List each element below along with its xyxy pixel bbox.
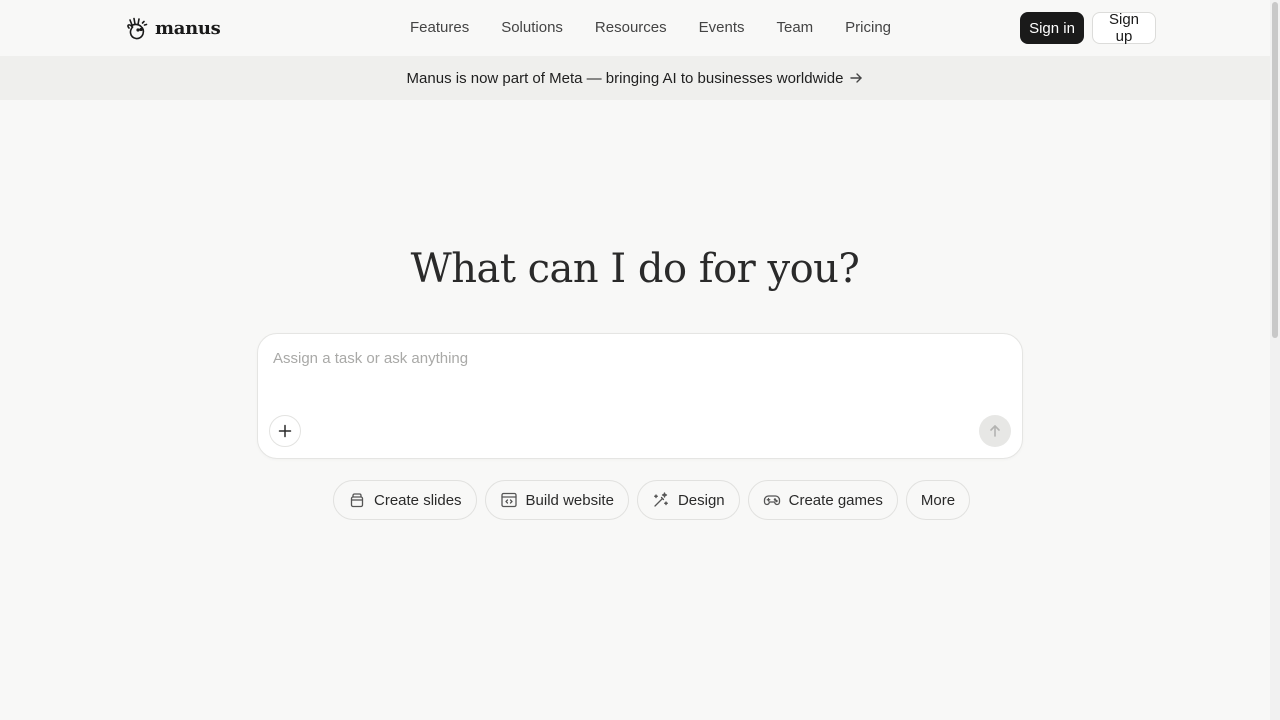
design-icon xyxy=(653,492,668,507)
manus-hand-icon xyxy=(127,17,148,40)
send-button[interactable] xyxy=(979,415,1011,447)
sign-in-button[interactable]: Sign in xyxy=(1020,12,1084,44)
announcement-banner[interactable]: Manus is now part of Meta — bringing AI … xyxy=(0,56,1270,100)
chip-create-games[interactable]: Create games xyxy=(747,480,898,520)
main-nav: Features Solutions Resources Events Team… xyxy=(394,18,907,38)
chip-design[interactable]: Design xyxy=(636,480,740,520)
nav-pricing[interactable]: Pricing xyxy=(829,18,907,38)
chip-label: Create games xyxy=(788,491,883,509)
chip-build-website[interactable]: Build website xyxy=(484,480,629,520)
scrollbar-thumb[interactable] xyxy=(1272,2,1278,338)
nav-events[interactable]: Events xyxy=(683,18,761,38)
brand-name: manus xyxy=(155,17,221,39)
brand-logo[interactable]: manus xyxy=(126,15,221,41)
top-nav-bar: manus Features Solutions Resources Event… xyxy=(0,0,1270,56)
add-attachment-button[interactable] xyxy=(269,415,301,447)
chip-label: Build website xyxy=(525,491,614,509)
task-composer xyxy=(257,333,1023,459)
task-input[interactable] xyxy=(273,346,1003,370)
page-scrollbar[interactable] xyxy=(1270,0,1280,720)
hero-heading: What can I do for you? xyxy=(410,246,860,292)
banner-text: Manus is now part of Meta — bringing AI … xyxy=(406,69,844,87)
arrow-right-icon xyxy=(850,73,863,83)
chip-create-slides[interactable]: Create slides xyxy=(333,480,477,520)
chip-more[interactable]: More xyxy=(905,480,971,520)
nav-resources[interactable]: Resources xyxy=(579,18,683,38)
nav-team[interactable]: Team xyxy=(760,18,829,38)
arrow-up-icon xyxy=(990,425,1000,437)
quick-actions: Create slides Build website Design Creat… xyxy=(333,480,971,520)
gamepad-icon xyxy=(763,495,780,506)
website-icon xyxy=(500,492,517,508)
nav-solutions[interactable]: Solutions xyxy=(485,18,579,38)
chip-label: Create slides xyxy=(374,491,462,509)
slides-icon xyxy=(350,493,364,508)
nav-features[interactable]: Features xyxy=(394,18,485,38)
chip-label: Design xyxy=(677,491,725,509)
page: manus Features Solutions Resources Event… xyxy=(0,0,1280,720)
chip-label: More xyxy=(920,491,956,509)
plus-icon xyxy=(278,424,292,438)
sign-up-button[interactable]: Sign up xyxy=(1092,11,1156,45)
